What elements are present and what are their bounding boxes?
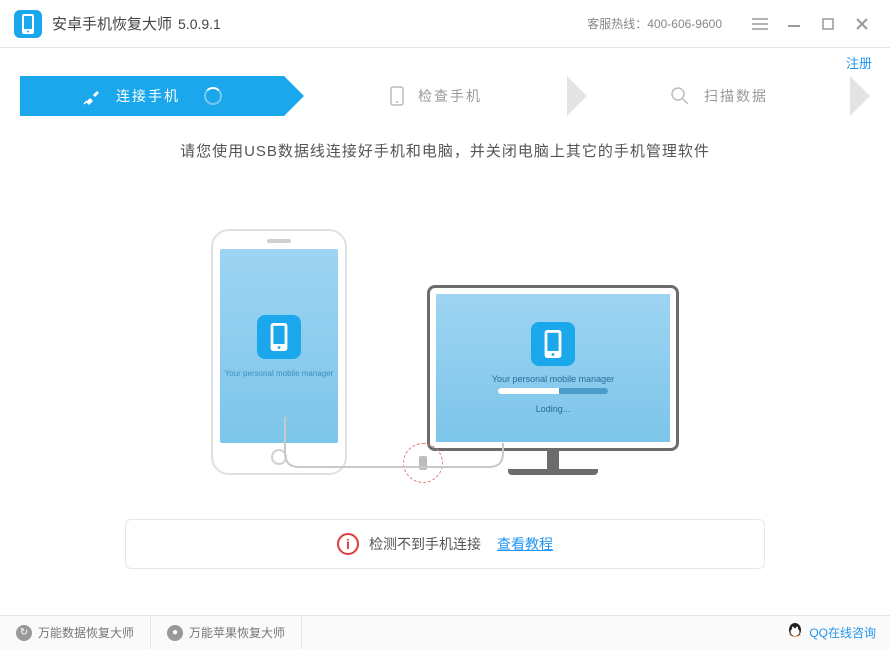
- register-row: 注册: [0, 48, 890, 76]
- titlebar: 安卓手机恢复大师 5.0.9.1 客服热线：400-606-9600: [0, 0, 890, 48]
- qq-support-link[interactable]: QQ在线咨询: [773, 622, 890, 643]
- hotline-label: 客服热线：400-606-9600: [587, 15, 722, 32]
- minimize-button[interactable]: [780, 10, 808, 38]
- stepper: 连接手机 检查手机 扫描数据: [20, 76, 870, 116]
- main-panel: 请您使用USB数据线连接好手机和电脑，并关闭电脑上其它的手机管理软件 Your …: [0, 116, 890, 569]
- app-version: 5.0.9.1: [178, 16, 221, 32]
- status-box: i 检测不到手机连接 查看教程: [125, 519, 765, 569]
- step-connect[interactable]: 连接手机: [20, 76, 284, 116]
- search-icon: [670, 86, 690, 106]
- status-text: 检测不到手机连接: [369, 534, 481, 554]
- progress-bar: [498, 388, 608, 394]
- step-label: 连接手机: [116, 86, 180, 106]
- footer: ↻ 万能数据恢复大师 ● 万能苹果恢复大师 QQ在线咨询: [0, 615, 890, 649]
- phone-tagline: Your personal mobile manager: [225, 369, 334, 378]
- qq-link-label: QQ在线咨询: [809, 624, 876, 641]
- step-label: 扫描数据: [704, 86, 768, 106]
- step-separator: [850, 76, 870, 116]
- app-title: 安卓手机恢复大师: [52, 13, 172, 34]
- app-logo: [14, 10, 42, 38]
- instruction-text: 请您使用USB数据线连接好手机和电脑，并关闭电脑上其它的手机管理软件: [40, 140, 850, 161]
- apple-icon: ●: [167, 625, 183, 641]
- footer-btn-apple-recovery[interactable]: ● 万能苹果恢复大师: [151, 616, 302, 649]
- info-icon: i: [337, 533, 359, 555]
- device-illustration: Your personal mobile manager Your person…: [40, 185, 850, 475]
- tutorial-link[interactable]: 查看教程: [497, 534, 553, 554]
- step-check[interactable]: 检查手机: [284, 76, 568, 116]
- monitor-tagline: Your personal mobile manager: [492, 374, 614, 384]
- recycle-icon: ↻: [16, 625, 32, 641]
- plug-icon: [82, 86, 102, 106]
- register-link[interactable]: 注册: [846, 53, 872, 72]
- footer-btn-label: 万能数据恢复大师: [38, 624, 134, 641]
- phone-icon: [390, 86, 404, 106]
- monitor-app-icon: [531, 322, 575, 366]
- phone-illustration: Your personal mobile manager: [211, 229, 347, 475]
- menu-button[interactable]: [746, 10, 774, 38]
- loading-text: Loding...: [536, 404, 571, 414]
- phone-app-icon: [257, 315, 301, 359]
- step-separator: [567, 76, 587, 116]
- monitor-illustration: Your personal mobile manager Loding...: [427, 285, 679, 475]
- maximize-button[interactable]: [814, 10, 842, 38]
- step-scan[interactable]: 扫描数据: [587, 76, 851, 116]
- loading-icon: [204, 87, 222, 105]
- usb-port-highlight: [403, 443, 443, 483]
- qq-icon: [787, 622, 803, 643]
- footer-btn-data-recovery[interactable]: ↻ 万能数据恢复大师: [0, 616, 151, 649]
- footer-btn-label: 万能苹果恢复大师: [189, 624, 285, 641]
- close-button[interactable]: [848, 10, 876, 38]
- step-label: 检查手机: [418, 86, 482, 106]
- usb-icon: [419, 456, 427, 470]
